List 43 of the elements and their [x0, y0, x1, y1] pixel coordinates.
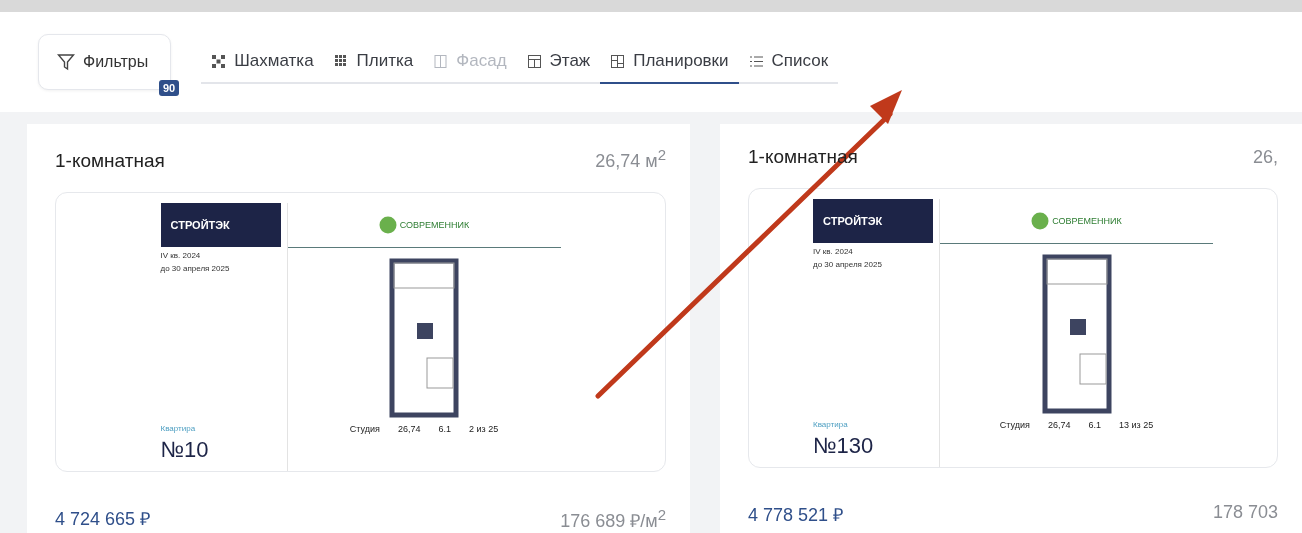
- grid-icon: [333, 53, 349, 69]
- developer-logo: СТРОЙТЭК: [813, 199, 933, 243]
- building-icon: [433, 53, 449, 69]
- price: 4 724 665 ₽: [55, 508, 151, 531]
- keys-date: до 30 апреля 2025: [160, 264, 231, 273]
- plan-stat: 26,74: [1047, 420, 1071, 430]
- floor-icon: [526, 53, 542, 69]
- keys-date: до 30 апреля 2025: [813, 260, 883, 269]
- plan-stat: 26,74: [397, 424, 421, 434]
- list-icon: [748, 54, 764, 68]
- delivery-date: IV кв. 2024: [813, 247, 854, 256]
- view-tab[interactable]: Планировки: [600, 40, 739, 84]
- apartment-area: 26,74 м$^{2}$: [595, 146, 666, 172]
- view-tab[interactable]: Список: [738, 40, 839, 84]
- price-per-square-meter: 176 689 ₽/м$^{2}$: [560, 506, 666, 532]
- apartment-card[interactable]: 1-комнатная 26,74 м$^{2}$ СТРОЙТЭК IV кв. 2024 до 30 апреля 2025 Квартира №10 СОВРЕМЕННИК Студия 26,74 6.1 2 из 25 4 724 665 ₽ 176 689 ₽/м$^{2}$: [27, 124, 690, 533]
- layout-icon: [610, 53, 626, 69]
- plan-stat: Студия: [999, 420, 1030, 430]
- apartment-number: №10: [160, 437, 210, 463]
- view-tab[interactable]: Плитка: [323, 40, 424, 84]
- view-tab[interactable]: Шахматка: [201, 40, 324, 84]
- view-tab[interactable]: Этаж: [516, 40, 601, 84]
- plan-stat: 6.1: [438, 424, 451, 434]
- checker-icon: [211, 53, 227, 69]
- leaf-logo-icon: [378, 216, 397, 234]
- delivery-date: IV кв. 2024: [160, 251, 202, 260]
- developer-logo: СТРОЙТЭК: [160, 203, 281, 247]
- complex-logo-text: СОВРЕМЕННИК: [399, 220, 470, 230]
- apartment-number: №130: [813, 433, 875, 459]
- plan-stat: Студия: [349, 424, 380, 434]
- filter-icon: [57, 53, 75, 71]
- count-badge: 90: [159, 80, 180, 96]
- apartment-area: 26,: [1252, 147, 1278, 168]
- apartment-label: Квартира: [160, 424, 197, 433]
- price-per-square-meter: 178 703: [1212, 502, 1278, 524]
- plan-stat: 13 из 25: [1118, 420, 1154, 430]
- apartment-label: Квартира: [813, 420, 849, 429]
- plan-stat: 2 из 25: [468, 424, 499, 434]
- plan-stat: 6.1: [1088, 420, 1101, 430]
- complex-logo-text: СОВРЕМЕННИК: [1052, 216, 1122, 226]
- price: 4 778 521 ₽: [748, 504, 844, 526]
- room-type: 1-комнатная: [55, 150, 165, 172]
- leaf-logo-icon: [1031, 212, 1050, 230]
